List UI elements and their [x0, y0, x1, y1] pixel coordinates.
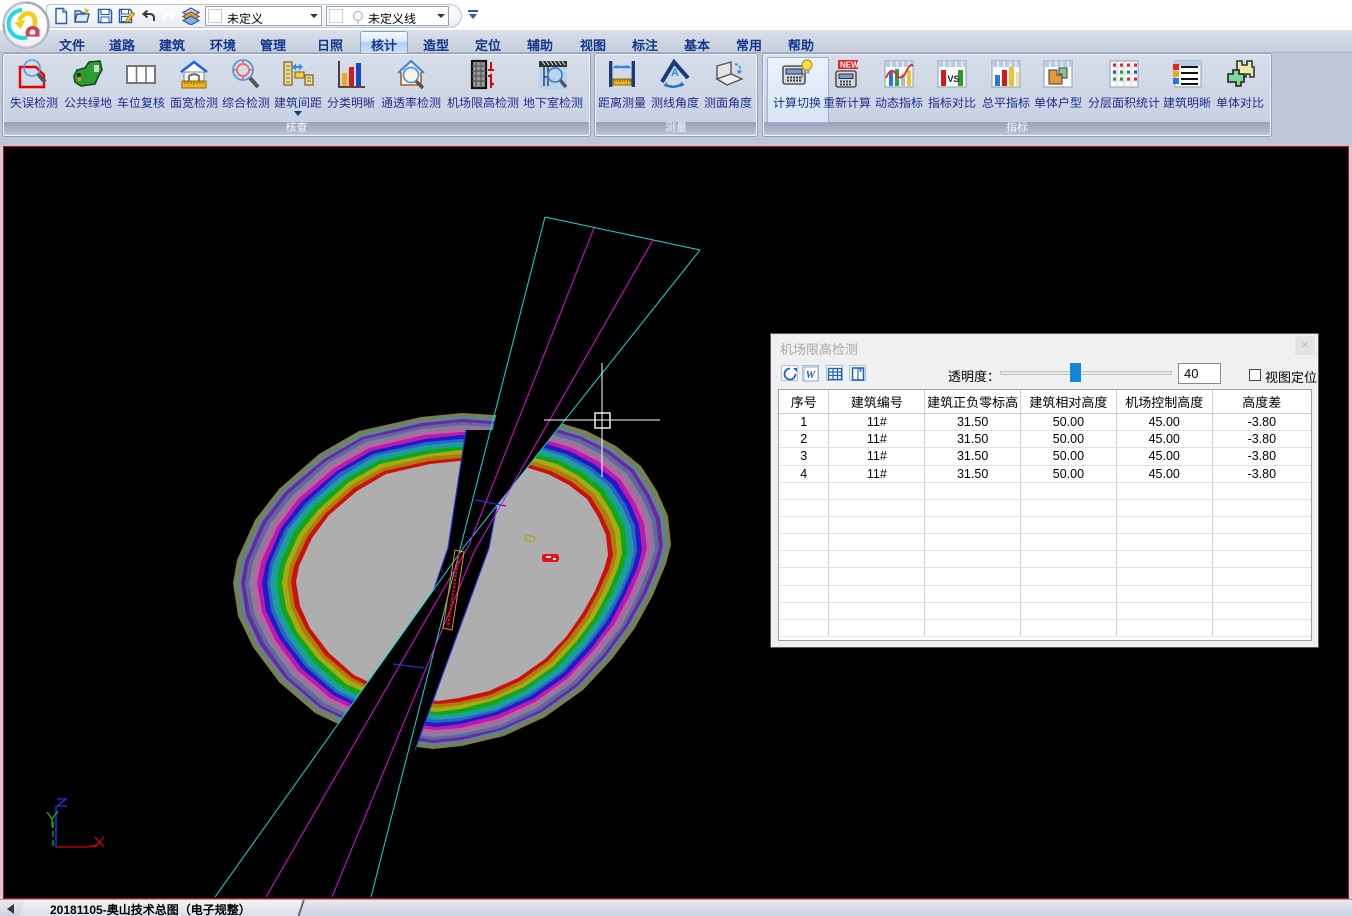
svg-text:NEW: NEW — [840, 61, 859, 70]
svg-text:VS: VS — [948, 74, 960, 84]
svg-text:W: W — [806, 369, 817, 381]
svg-text:A: A — [671, 67, 679, 79]
